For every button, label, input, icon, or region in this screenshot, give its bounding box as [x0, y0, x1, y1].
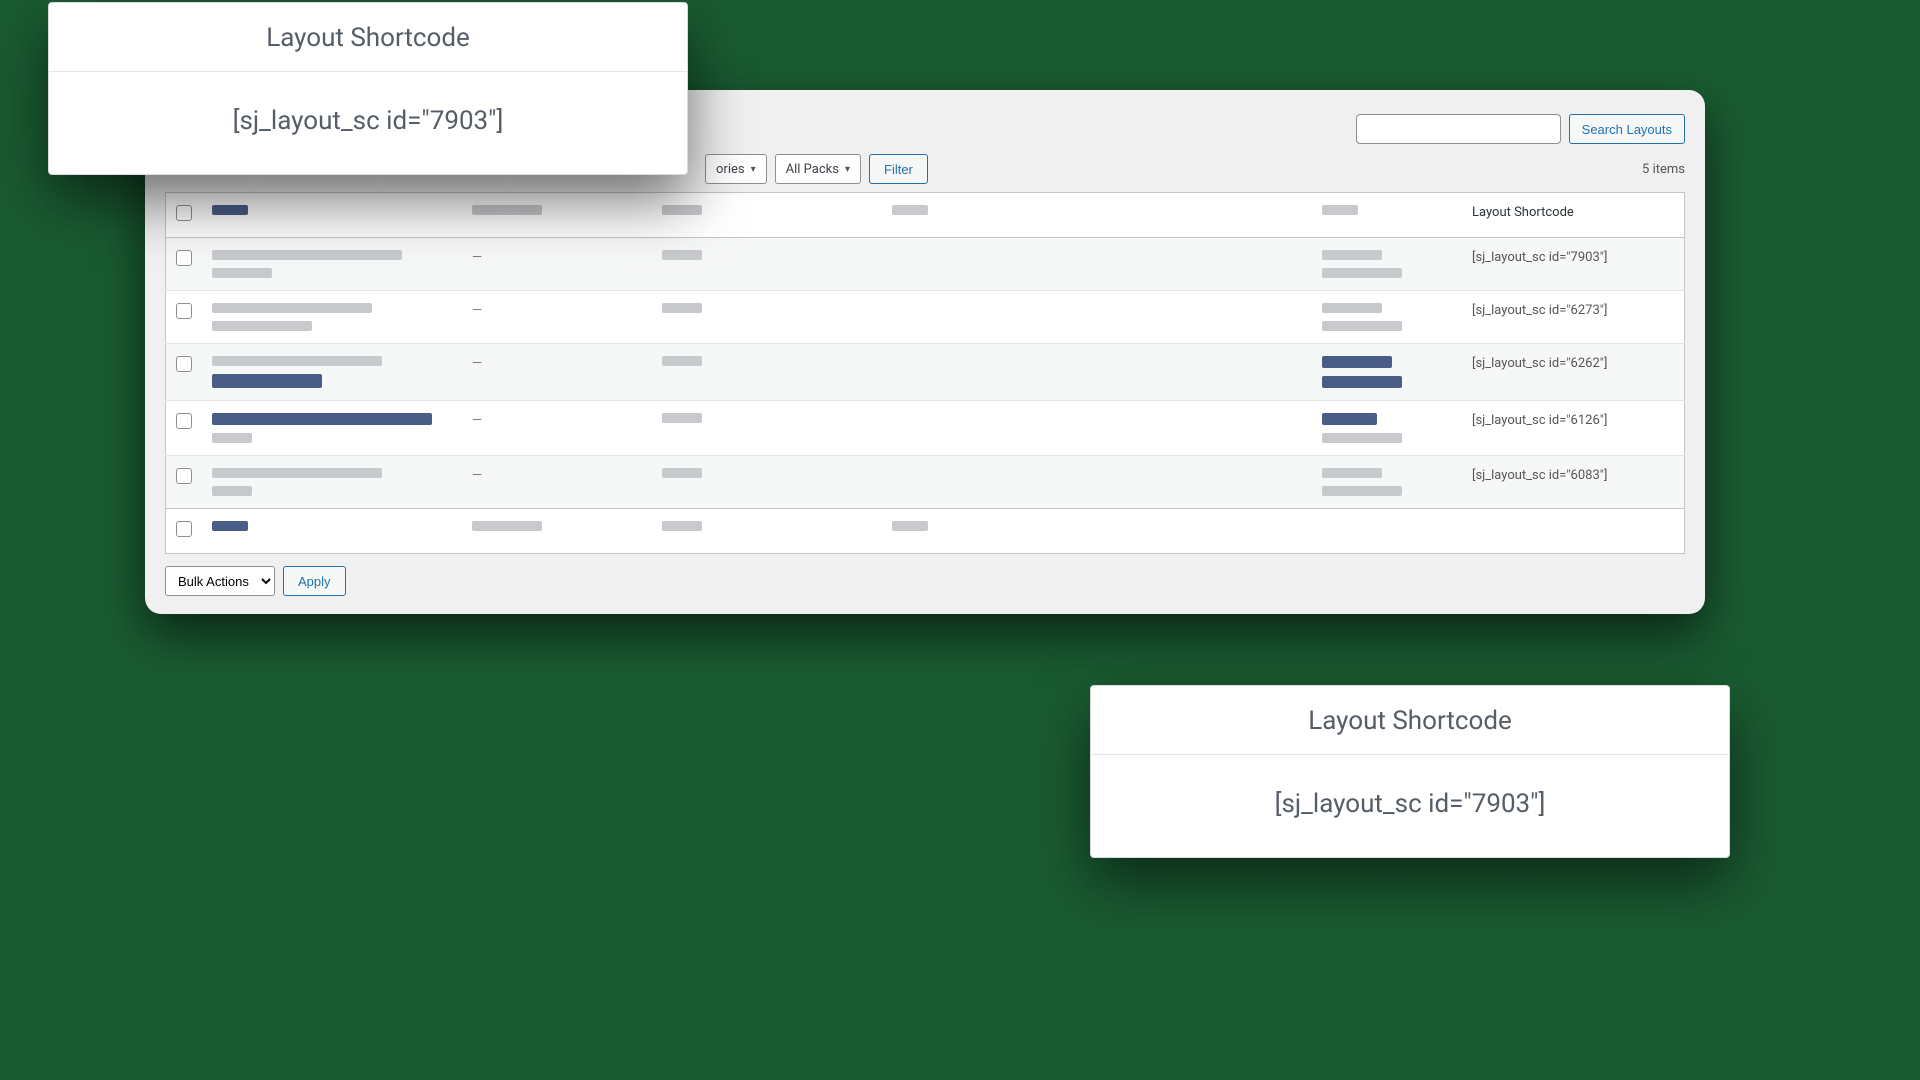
- date-placeholder: [1322, 433, 1402, 443]
- select-all-checkbox[interactable]: [176, 205, 192, 221]
- col-footer-placeholder: [472, 521, 542, 531]
- packs-select-label: All Packs: [786, 162, 839, 177]
- title-placeholder: [212, 356, 382, 366]
- items-count: 5 items: [1642, 162, 1685, 177]
- title-placeholder: [212, 374, 322, 388]
- search-input[interactable]: [1356, 114, 1561, 144]
- categories-select-label: ories: [716, 162, 745, 177]
- chevron-down-icon: ▾: [751, 164, 756, 175]
- col-header-placeholder: [1322, 205, 1358, 215]
- col-header-placeholder: [472, 205, 542, 215]
- layouts-table: Layout Shortcode — [sj_layout_sc id="790…: [165, 192, 1685, 554]
- title-placeholder: [212, 303, 372, 313]
- table-row: — [sj_layout_sc id="6262"]: [166, 344, 1685, 401]
- date-placeholder: [1322, 376, 1402, 388]
- shortcode-cell[interactable]: [sj_layout_sc id="6273"]: [1462, 291, 1685, 344]
- cell-placeholder: [662, 303, 702, 313]
- callout-value: [sj_layout_sc id="7903"]: [49, 72, 687, 174]
- callout-title: Layout Shortcode: [49, 3, 687, 72]
- search-button[interactable]: Search Layouts: [1569, 114, 1685, 144]
- col-footer-placeholder: [212, 521, 248, 531]
- shortcode-cell[interactable]: [sj_layout_sc id="6083"]: [1462, 456, 1685, 509]
- row-checkbox[interactable]: [176, 413, 192, 429]
- cell-placeholder: [662, 413, 702, 423]
- callout-value: [sj_layout_sc id="7903"]: [1091, 755, 1729, 857]
- shortcode-cell[interactable]: [sj_layout_sc id="6262"]: [1462, 344, 1685, 401]
- col-header-shortcode: Layout Shortcode: [1462, 193, 1685, 238]
- table-row: — [sj_layout_sc id="6126"]: [166, 401, 1685, 456]
- title-placeholder: [212, 468, 382, 478]
- row-checkbox[interactable]: [176, 356, 192, 372]
- packs-select[interactable]: All Packs ▾: [775, 154, 861, 184]
- col-footer-placeholder: [892, 521, 928, 531]
- author-dash: —: [472, 413, 482, 428]
- col-header-placeholder: [892, 205, 928, 215]
- date-placeholder: [1322, 303, 1382, 313]
- shortcode-cell[interactable]: [sj_layout_sc id="7903"]: [1462, 238, 1685, 291]
- date-placeholder: [1322, 413, 1377, 425]
- author-dash: —: [472, 250, 482, 265]
- table-row: — [sj_layout_sc id="6273"]: [166, 291, 1685, 344]
- date-placeholder: [1322, 356, 1392, 368]
- title-placeholder: [212, 433, 252, 443]
- callout-top: Layout Shortcode [sj_layout_sc id="7903"…: [48, 2, 688, 175]
- title-placeholder: [212, 268, 272, 278]
- date-placeholder: [1322, 321, 1402, 331]
- cell-placeholder: [662, 250, 702, 260]
- chevron-down-icon: ▾: [845, 164, 850, 175]
- row-checkbox[interactable]: [176, 303, 192, 319]
- date-placeholder: [1322, 486, 1402, 496]
- author-dash: —: [472, 356, 482, 371]
- bulk-actions-select[interactable]: Bulk Actions: [165, 566, 275, 596]
- row-checkbox[interactable]: [176, 468, 192, 484]
- select-all-checkbox[interactable]: [176, 521, 192, 537]
- apply-button[interactable]: Apply: [283, 566, 346, 596]
- table-row: — [sj_layout_sc id="7903"]: [166, 238, 1685, 291]
- title-placeholder: [212, 250, 402, 260]
- title-placeholder: [212, 486, 252, 496]
- cell-placeholder: [662, 468, 702, 478]
- callout-title: Layout Shortcode: [1091, 686, 1729, 755]
- filter-button[interactable]: Filter: [869, 154, 928, 184]
- table-row: — [sj_layout_sc id="6083"]: [166, 456, 1685, 509]
- title-placeholder: [212, 321, 312, 331]
- date-placeholder: [1322, 268, 1402, 278]
- shortcode-cell[interactable]: [sj_layout_sc id="6126"]: [1462, 401, 1685, 456]
- col-footer-placeholder: [662, 521, 702, 531]
- author-dash: —: [472, 303, 482, 318]
- row-checkbox[interactable]: [176, 250, 192, 266]
- col-header-placeholder: [662, 205, 702, 215]
- date-placeholder: [1322, 468, 1382, 478]
- title-placeholder: [212, 413, 432, 425]
- author-dash: —: [472, 468, 482, 483]
- date-placeholder: [1322, 250, 1382, 260]
- col-header-placeholder: [212, 205, 248, 215]
- callout-bottom: Layout Shortcode [sj_layout_sc id="7903"…: [1090, 685, 1730, 858]
- categories-select[interactable]: ories ▾: [705, 154, 767, 184]
- bulk-actions-row: Bulk Actions Apply: [165, 566, 1685, 596]
- cell-placeholder: [662, 356, 702, 366]
